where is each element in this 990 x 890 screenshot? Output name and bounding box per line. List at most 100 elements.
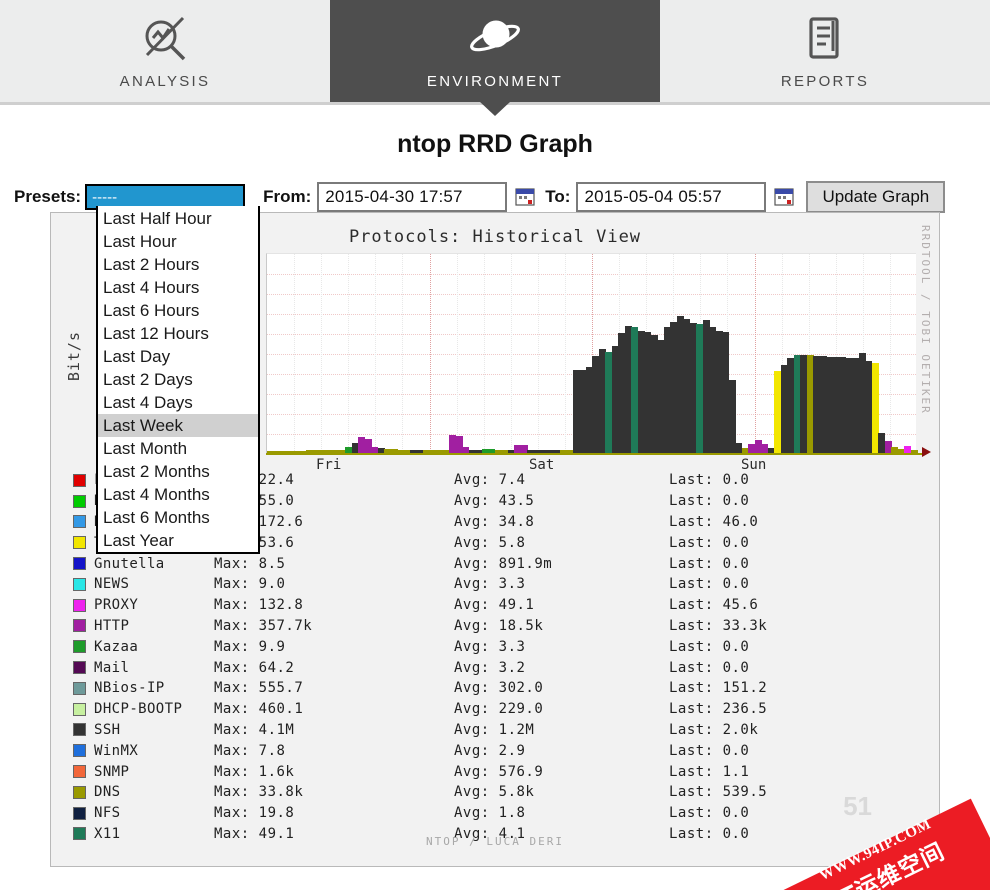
to-label: To: (545, 187, 571, 206)
legend-max-value: Max: 1.6k (214, 763, 295, 780)
nav-tab-label: ANALYSIS (119, 72, 211, 90)
legend-color-swatch (73, 785, 86, 799)
legend-color-swatch (73, 723, 86, 737)
app-root: ANALYSIS ENVIRONMENT REPORTS ntop RRD Gr… (0, 0, 990, 890)
legend-avg-value: Avg: 3.3 (454, 576, 526, 593)
presets-option[interactable]: Last Year (98, 529, 258, 552)
legend-protocol-name: Kazaa (94, 638, 139, 655)
legend-last-value: Last: 236.5 (669, 701, 768, 718)
legend-max-value: Max: 19.8 (214, 805, 295, 822)
presets-option[interactable]: Last 2 Hours (98, 253, 258, 276)
grid-line-horizontal (267, 334, 916, 335)
legend-max-value: Max: 460.1 (214, 701, 304, 718)
legend-last-value: Last: 0.0 (669, 576, 750, 593)
legend-last-value: Last: 0.0 (669, 659, 750, 676)
legend-protocol-name: SSH (94, 721, 121, 738)
legend-avg-value: Avg: 891.9m (454, 555, 553, 572)
grid-line-vertical (456, 254, 458, 453)
legend-avg-value: Avg: 49.1 (454, 597, 535, 614)
nav-tab-environment[interactable]: ENVIRONMENT (330, 0, 660, 116)
grid-line-vertical (321, 254, 323, 453)
presets-option[interactable]: Last 4 Months (98, 483, 258, 506)
legend-last-value: Last: 539.5 (669, 784, 768, 801)
calendar-icon[interactable] (515, 187, 535, 207)
legend-max-value: Max: 64.2 (214, 659, 295, 676)
presets-option[interactable]: Last 2 Months (98, 460, 258, 483)
from-label: From: (263, 187, 312, 206)
legend-color-swatch (73, 494, 86, 508)
presets-option[interactable]: Last 6 Months (98, 506, 258, 529)
legend-avg-value: Avg: 1.8 (454, 805, 526, 822)
nav-tab-label: ENVIRONMENT (426, 72, 564, 90)
grid-line-vertical (402, 254, 404, 453)
legend-last-value: Last: 45.6 (669, 597, 759, 614)
legend-max-value: Max: 357.7k (214, 617, 313, 634)
grid-line-vertical (348, 254, 350, 453)
presets-option[interactable]: Last Week (98, 414, 258, 437)
grid-line-vertical (429, 254, 431, 453)
legend-last-value: Last: 0.0 (669, 805, 750, 822)
legend-max-value: Max: 9.0 (214, 576, 286, 593)
legend-max-value: Max: 132.8 (214, 597, 304, 614)
legend-avg-value: Avg: 5.8 (454, 534, 526, 551)
legend-color-swatch (73, 598, 86, 612)
presets-option[interactable]: Last 12 Hours (98, 322, 258, 345)
grid-line-vertical (537, 254, 539, 453)
grid-line-horizontal (267, 294, 916, 295)
legend-row: Mail Max: 64.2 Avg: 3.2 Last: 0.0 (73, 657, 767, 678)
presets-option[interactable]: Last Month (98, 437, 258, 460)
legend-last-value: Last: 0.0 (669, 472, 750, 489)
legend-last-value: Last: 0.0 (669, 742, 750, 759)
presets-label: Presets: (14, 187, 82, 206)
legend-avg-value: Avg: 3.3 (454, 638, 526, 655)
grid-line-vertical (375, 254, 377, 453)
legend-protocol-name: PROXY (94, 597, 139, 614)
legend-avg-value: Avg: 3.2 (454, 659, 526, 676)
legend-row: WinMX Max: 7.8 Avg: 2.9 Last: 0.0 (73, 740, 767, 761)
legend-protocol-name: NBios-IP (94, 680, 165, 697)
main-navigation: ANALYSIS ENVIRONMENT REPORTS (0, 0, 990, 116)
legend-avg-value: Avg: 7.4 (454, 472, 526, 489)
legend-color-swatch (73, 473, 86, 487)
from-date-input[interactable]: 2015-04-30 17:57 (317, 182, 508, 212)
legend-row: SNMP Max: 1.6k Avg: 576.9 Last: 1.1 (73, 761, 767, 782)
legend-avg-value: Avg: 576.9 (454, 763, 544, 780)
from-date-value: 2015-04-30 17:57 (325, 187, 463, 206)
legend-color-swatch (73, 515, 86, 529)
presets-selected-value: ----- (92, 188, 118, 206)
legend-row: NFS Max: 19.8 Avg: 1.8 Last: 0.0 (73, 803, 767, 824)
legend-last-value: Last: 1.1 (669, 763, 750, 780)
nav-tab-reports[interactable]: REPORTS (660, 0, 990, 102)
grid-line-vertical (564, 254, 566, 453)
update-graph-label: Update Graph (822, 187, 930, 206)
legend-avg-value: Avg: 2.9 (454, 742, 526, 759)
legend-protocol-name: NEWS (94, 576, 130, 593)
legend-last-value: Last: 33.3k (669, 617, 768, 634)
legend-color-swatch (73, 661, 86, 675)
presets-option[interactable]: Last 2 Days (98, 368, 258, 391)
legend-row: HTTP Max: 357.7k Avg: 18.5k Last: 33.3k (73, 616, 767, 637)
legend-color-swatch (73, 681, 86, 695)
legend-row: NEWS Max: 9.0 Avg: 3.3 Last: 0.0 (73, 574, 767, 595)
ntop-credit: NTOP / LUCA DERI (426, 835, 564, 848)
legend-last-value: Last: 0.0 (669, 638, 750, 655)
presets-option[interactable]: Last Half Hour (98, 207, 258, 230)
presets-option[interactable]: Last 4 Days (98, 391, 258, 414)
presets-option[interactable]: Last 6 Hours (98, 299, 258, 322)
calendar-icon[interactable] (774, 187, 795, 207)
presets-dropdown-list[interactable]: Last Half Hour Last Hour Last 2 Hours Last … (96, 206, 260, 554)
legend-color-swatch (73, 744, 86, 758)
legend-row: DHCP-BOOTP Max: 460.1 Avg: 229.0 Last: 236.… (73, 699, 767, 720)
to-date-input[interactable]: 2015-05-04 05:57 (576, 182, 767, 212)
nav-tab-analysis[interactable]: ANALYSIS (0, 0, 330, 102)
to-date-value: 2015-05-04 05:57 (584, 187, 722, 206)
legend-avg-value: Avg: 5.8k (454, 784, 535, 801)
legend-max-value: Max: 4.1M (214, 721, 295, 738)
update-graph-button[interactable]: Update Graph (806, 181, 946, 213)
presets-option[interactable]: Last 4 Hours (98, 276, 258, 299)
legend-row: Gnutella Max: 8.5 Avg: 891.9m Last: 0.0 (73, 553, 767, 574)
report-document-icon (803, 13, 847, 63)
legend-protocol-name: SNMP (94, 763, 130, 780)
presets-option[interactable]: Last Hour (98, 230, 258, 253)
presets-option[interactable]: Last Day (98, 345, 258, 368)
